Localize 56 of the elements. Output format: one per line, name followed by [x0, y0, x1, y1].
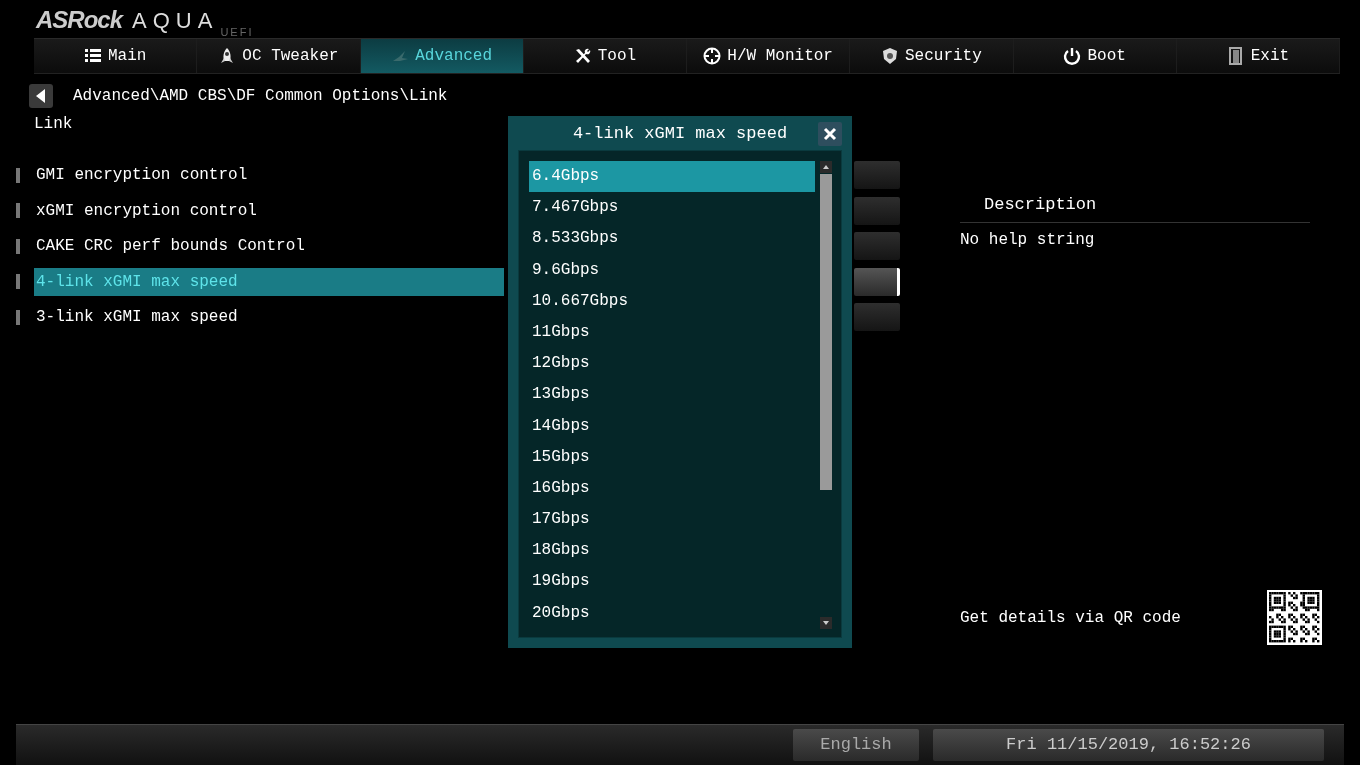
scrollbar[interactable]: [819, 161, 833, 631]
wrench-screwdriver-icon: [573, 47, 592, 65]
setting-item[interactable]: GMI encryption control: [34, 161, 504, 189]
menu-tab[interactable]: Security: [850, 39, 1014, 73]
product-name: AQUA: [132, 8, 219, 34]
option-item[interactable]: 11Gbps: [529, 316, 815, 349]
value-button[interactable]: [854, 267, 900, 296]
close-button[interactable]: [818, 122, 842, 146]
option-item[interactable]: 18Gbps: [529, 535, 815, 567]
option-item[interactable]: 20Gbps: [529, 597, 815, 629]
left-arrow-icon: [36, 89, 46, 103]
popup-title: 4-link xGMI max speed: [572, 123, 788, 143]
menu-tab[interactable]: Tool: [523, 39, 687, 73]
breadcrumb-path: Advanced\AMD CBS\DF Common Options\Link: [73, 87, 448, 105]
option-item[interactable]: 8.533Gbps: [529, 223, 815, 255]
page-title: Link: [34, 115, 73, 135]
crosshair-icon: [703, 47, 722, 65]
menu-tab[interactable]: Exit: [1176, 39, 1340, 73]
power-icon: [1063, 47, 1082, 65]
language-button[interactable]: English: [793, 729, 919, 761]
list-icon: [83, 47, 102, 65]
menu-tab[interactable]: Main: [34, 39, 198, 73]
option-item[interactable]: 6.4Gbps: [529, 161, 815, 193]
door-icon: [1226, 47, 1245, 65]
item-marker: [16, 274, 20, 289]
setting-item[interactable]: xGMI encryption control: [34, 196, 504, 225]
menu-tab[interactable]: OC Tweaker: [197, 39, 361, 73]
option-item[interactable]: 16Gbps: [529, 472, 815, 505]
close-icon: [823, 127, 837, 141]
option-item[interactable]: 10.667Gbps: [529, 285, 815, 317]
setting-item[interactable]: CAKE CRC perf bounds Control: [34, 232, 504, 260]
description-text: No help string: [960, 231, 1096, 249]
setting-item[interactable]: 3-link xGMI max speed: [34, 303, 504, 331]
edition-label: UEFI: [220, 26, 254, 38]
menu-tab[interactable]: H/W Monitor: [687, 39, 851, 73]
item-marker: [16, 203, 20, 218]
menu-tab[interactable]: Advanced: [360, 39, 524, 73]
back-button[interactable]: [29, 84, 53, 108]
item-marker: [16, 167, 20, 183]
option-item[interactable]: 17Gbps: [529, 504, 815, 536]
option-item[interactable]: 12Gbps: [529, 348, 815, 380]
option-item[interactable]: 15Gbps: [529, 441, 815, 473]
brand-logo: ASRock: [36, 6, 123, 34]
qr-caption: Get details via QR code: [960, 608, 1181, 627]
item-marker: [16, 238, 20, 254]
qr-code: [1267, 590, 1322, 645]
date-time-display: Fri 11/15/2019, 16:52:26: [933, 729, 1324, 761]
option-item[interactable]: 19Gbps: [529, 566, 815, 598]
menu-tab[interactable]: Boot: [1013, 39, 1177, 73]
item-marker: [16, 309, 20, 325]
option-item[interactable]: 7.467Gbps: [529, 192, 815, 224]
option-item[interactable]: 13Gbps: [529, 379, 815, 411]
description-heading: Description: [960, 195, 1310, 223]
shield-icon: [880, 47, 899, 65]
option-item[interactable]: 9.6Gbps: [529, 254, 815, 286]
option-item[interactable]: 14Gbps: [529, 410, 815, 442]
